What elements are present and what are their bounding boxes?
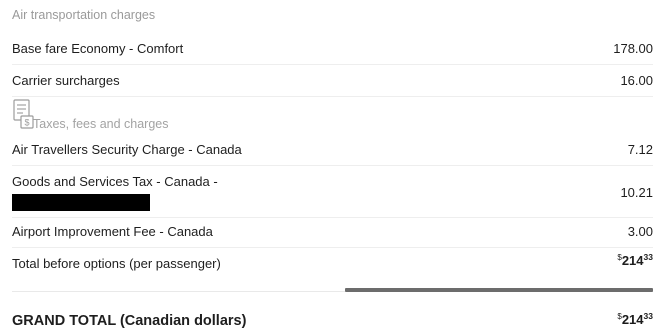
line-item-label: Airport Improvement Fee - Canada: [12, 224, 213, 239]
subtotal-amount: $21433: [617, 252, 653, 268]
row-divider: [12, 217, 653, 218]
row-divider: [12, 247, 653, 248]
amount-whole: 214: [621, 312, 644, 327]
grand-total-label: GRAND TOTAL (Canadian dollars): [12, 313, 247, 329]
taxes-section-title: Taxes, fees and charges: [33, 117, 169, 131]
amount-cents: 33: [643, 311, 653, 321]
line-item-label: Goods and Services Tax - Canada -: [12, 174, 218, 189]
taxes-section-header: $ Taxes, fees and charges: [12, 99, 272, 131]
amount-whole: 214: [621, 253, 644, 268]
line-item-amount: 178.00: [613, 41, 653, 56]
line-item-amount: 16.00: [620, 73, 653, 88]
total-divider-accent: [345, 288, 653, 292]
subtotal-label: Total before options (per passenger): [12, 256, 221, 271]
line-item-amount: 3.00: [627, 224, 653, 239]
line-item-label: Carrier surcharges: [12, 73, 120, 88]
line-item-amount: 7.12: [627, 142, 653, 157]
row-divider: [12, 165, 653, 166]
line-item-label: Air Travellers Security Charge - Canada: [12, 142, 242, 157]
price-breakdown: Air transportation charges Base fare Eco…: [0, 0, 667, 333]
line-item-amount: 10.21: [620, 185, 653, 200]
air-transportation-title: Air transportation charges: [12, 8, 156, 22]
line-item-gst: Goods and Services Tax - Canada - 10.21: [12, 174, 653, 214]
amount-cents: 33: [643, 252, 653, 262]
grand-total-amount: $21433: [617, 311, 653, 327]
row-divider: [12, 64, 653, 65]
svg-text:$: $: [24, 118, 29, 128]
line-item-label: Base fare Economy - Comfort: [12, 41, 184, 56]
redaction-block: [12, 194, 150, 211]
row-divider: [12, 96, 653, 97]
